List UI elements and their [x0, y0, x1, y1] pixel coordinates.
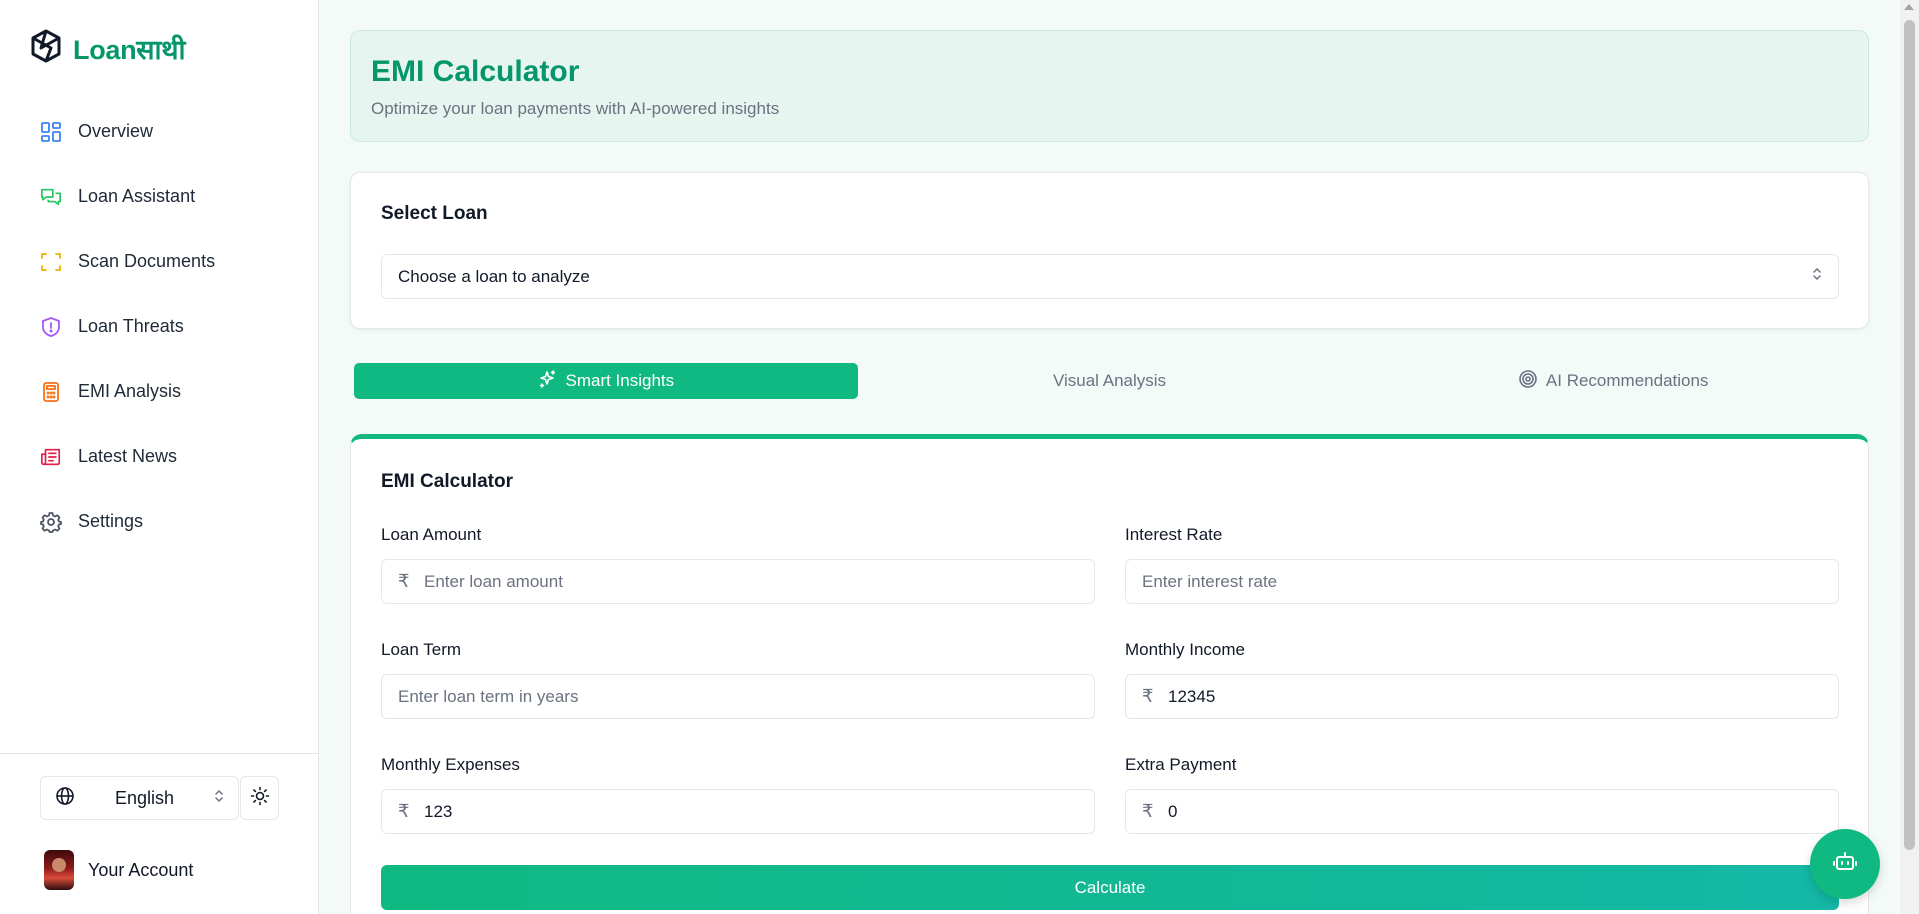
- sidebar-footer: English Your Account: [0, 753, 319, 914]
- sidebar-item-scan-documents[interactable]: Scan Documents: [29, 229, 299, 294]
- monthly-income-label: Monthly Income: [1125, 640, 1245, 659]
- language-select[interactable]: English: [40, 776, 239, 820]
- sidebar-nav: Overview Loan Assistant Scan Documents L…: [29, 99, 299, 554]
- shield-alert-icon: [40, 316, 62, 338]
- bot-icon: [1831, 848, 1859, 881]
- select-loan-title: Select Loan: [381, 203, 488, 224]
- emi-calculator-card: EMI Calculator Loan Amount ₹ Interest Ra…: [350, 434, 1869, 914]
- loan-term-input-wrapper: [381, 674, 1095, 719]
- sidebar-item-label: Overview: [78, 121, 154, 141]
- interest-rate-input-wrapper: [1125, 559, 1839, 604]
- monthly-income-input[interactable]: [1168, 686, 1822, 707]
- sidebar-item-label: Loan Assistant: [78, 186, 196, 206]
- layout-grid-icon: [40, 121, 62, 143]
- rupee-icon: ₹: [398, 571, 410, 591]
- monthly-income-input-wrapper: ₹: [1125, 674, 1839, 719]
- chevron-up-down-icon: [214, 789, 224, 808]
- loan-term-input[interactable]: [398, 686, 1078, 707]
- sidebar-item-label: Scan Documents: [78, 251, 216, 271]
- chevron-up-down-icon: [1812, 267, 1822, 286]
- loan-term-field: Loan Term: [381, 640, 1095, 719]
- scan-icon: [40, 251, 62, 273]
- extra-payment-input-wrapper: ₹: [1125, 789, 1839, 834]
- scrollbar[interactable]: [1900, 0, 1919, 914]
- loan-amount-field: Loan Amount ₹: [381, 525, 1095, 604]
- page-subtitle: Optimize your loan payments with AI-powe…: [371, 99, 780, 118]
- account-menu[interactable]: Your Account: [44, 850, 193, 890]
- page-title: EMI Calculator: [371, 55, 580, 88]
- gear-icon: [40, 511, 62, 533]
- sidebar-item-label: Settings: [78, 511, 144, 531]
- chat-bubbles-icon: [40, 186, 62, 208]
- extra-payment-label: Extra Payment: [1125, 755, 1237, 774]
- sidebar: Loanसाथी Overview Loan Assistant Scan Do…: [0, 0, 319, 914]
- brand[interactable]: Loanसाथी: [29, 28, 185, 69]
- account-label: Your Account: [88, 859, 194, 880]
- extra-payment-input[interactable]: [1168, 801, 1822, 822]
- tab-ai-recommendations[interactable]: AI Recommendations: [1361, 363, 1865, 399]
- tab-label: Visual Analysis: [1052, 371, 1167, 390]
- rupee-icon: ₹: [1142, 686, 1154, 706]
- select-loan-card: Select Loan Choose a loan to analyze: [350, 172, 1869, 329]
- scroll-up-arrow[interactable]: [1904, 4, 1914, 10]
- calculate-button[interactable]: Calculate: [381, 865, 1839, 910]
- logo-icon: [29, 28, 63, 69]
- analysis-tabs: Smart Insights Visual Analysis AI Recomm…: [350, 358, 1869, 402]
- avatar: [44, 850, 74, 890]
- loan-select-value: Choose a loan to analyze: [398, 266, 590, 286]
- theme-toggle-button[interactable]: [240, 776, 279, 820]
- calculator-title: EMI Calculator: [381, 471, 513, 492]
- rupee-icon: ₹: [1142, 801, 1154, 821]
- loan-term-label: Loan Term: [381, 640, 462, 659]
- interest-rate-field: Interest Rate: [1125, 525, 1839, 604]
- sidebar-item-overview[interactable]: Overview: [29, 99, 299, 164]
- tab-label: Smart Insights: [565, 371, 675, 390]
- sidebar-item-emi-analysis[interactable]: EMI Analysis: [29, 359, 299, 424]
- sidebar-item-loan-threats[interactable]: Loan Threats: [29, 294, 299, 359]
- language-value: English: [114, 787, 175, 808]
- loan-amount-label: Loan Amount: [381, 525, 482, 544]
- sun-icon: [250, 786, 270, 811]
- loan-amount-input[interactable]: [424, 571, 1078, 592]
- scrollbar-thumb[interactable]: [1904, 20, 1915, 850]
- monthly-expenses-field: Monthly Expenses ₹: [381, 755, 1095, 834]
- tab-visual-analysis[interactable]: Visual Analysis: [858, 363, 1362, 399]
- sidebar-item-settings[interactable]: Settings: [29, 489, 299, 554]
- monthly-expenses-input-wrapper: ₹: [381, 789, 1095, 834]
- sidebar-item-label: Loan Threats: [78, 316, 184, 336]
- sidebar-item-latest-news[interactable]: Latest News: [29, 424, 299, 489]
- monthly-expenses-label: Monthly Expenses: [381, 755, 520, 774]
- sidebar-item-label: EMI Analysis: [78, 381, 182, 401]
- monthly-expenses-input[interactable]: [424, 801, 1078, 822]
- calculator-icon: [40, 381, 62, 403]
- loan-select[interactable]: Choose a loan to analyze: [381, 254, 1839, 299]
- page-header: EMI Calculator Optimize your loan paymen…: [350, 30, 1869, 142]
- tab-smart-insights[interactable]: Smart Insights: [354, 363, 858, 399]
- tab-label: AI Recommendations: [1545, 371, 1709, 390]
- brand-name: Loanसाथी: [73, 35, 186, 65]
- interest-rate-input[interactable]: [1142, 571, 1822, 592]
- sparkles-icon: [538, 369, 558, 394]
- monthly-income-field: Monthly Income ₹: [1125, 640, 1839, 719]
- extra-payment-field: Extra Payment ₹: [1125, 755, 1839, 834]
- chatbot-button[interactable]: [1810, 829, 1880, 899]
- sidebar-item-loan-assistant[interactable]: Loan Assistant: [29, 164, 299, 229]
- loan-amount-input-wrapper: ₹: [381, 559, 1095, 604]
- newspaper-icon: [40, 446, 62, 468]
- target-icon: [1518, 369, 1538, 394]
- sidebar-item-label: Latest News: [78, 446, 178, 466]
- interest-rate-label: Interest Rate: [1125, 525, 1223, 544]
- globe-icon: [55, 786, 75, 811]
- rupee-icon: ₹: [398, 801, 410, 821]
- main-content: EMI Calculator Optimize your loan paymen…: [319, 0, 1899, 914]
